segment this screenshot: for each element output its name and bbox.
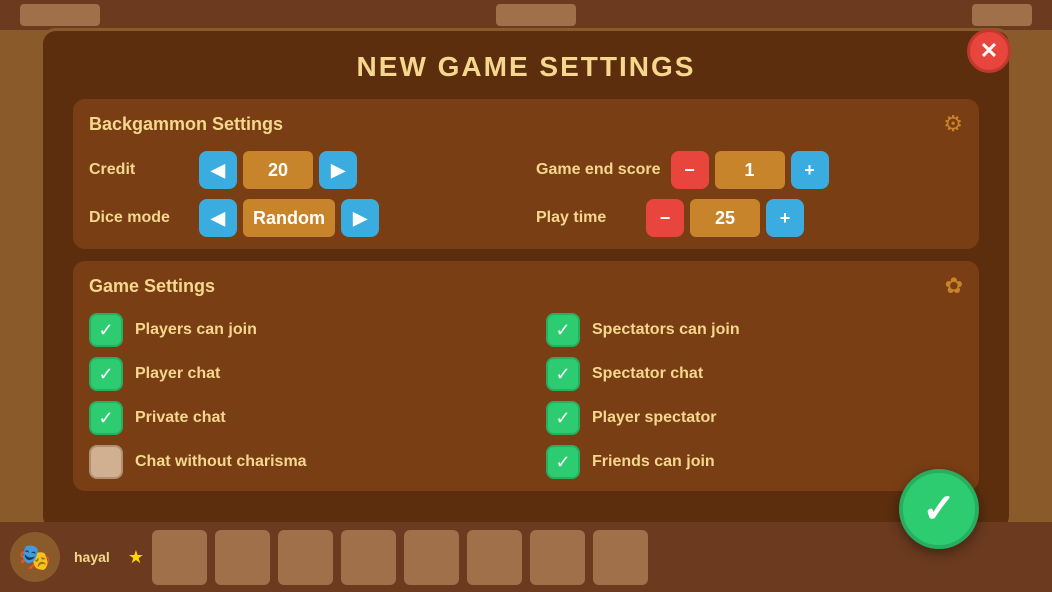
checkbox-label-chat-without-charisma: Chat without charisma [135,453,307,471]
checkbox-chat-without-charisma[interactable] [89,445,123,479]
bottom-piece-1 [152,530,207,585]
checkbox-row-chat-without-charisma[interactable]: Chat without charisma [89,445,506,479]
bottom-piece-4 [341,530,396,585]
credit-value: 20 [243,151,313,189]
game-end-score-value: 1 [715,151,785,189]
top-bar-decoration-right [972,4,1032,26]
game-settings-section-header: Game Settings ✿ [89,273,963,299]
dice-mode-increase-button[interactable]: ▶ [341,199,379,237]
checkbox-row-player-spectator[interactable]: ✓ Player spectator [546,401,963,435]
gear-icon: ⚙ [943,111,963,137]
top-bar-decoration-center [496,4,576,26]
user-avatar: 🎭 [10,532,60,582]
game-settings-section-title: Game Settings [89,276,215,297]
close-button[interactable]: ✕ [967,29,1011,73]
credit-label: Credit [89,161,189,179]
checkbox-row-players-can-join[interactable]: ✓ Players can join [89,313,506,347]
dice-mode-setting-row: Dice mode ◀ Random ▶ [89,199,516,237]
dice-mode-decrease-button[interactable]: ◀ [199,199,237,237]
game-settings-checkbox-grid: ✓ Players can join ✓ Spectators can join ✓ Pl… [89,313,963,479]
dice-mode-stepper: ◀ Random ▶ [199,199,379,237]
checkbox-spectators-can-join[interactable]: ✓ [546,313,580,347]
backgammon-settings-section: Backgammon Settings ⚙ Credit ◀ 20 ▶ Game… [73,99,979,249]
checkbox-label-friends-can-join: Friends can join [592,453,715,471]
game-end-score-stepper: − 1 + [671,151,829,189]
confirm-button[interactable]: ✓ [899,469,979,549]
decorative-flower-icon: ✿ [945,273,963,299]
bottom-piece-7 [530,530,585,585]
backgammon-section-header: Backgammon Settings ⚙ [89,111,963,137]
checkbox-label-players-can-join: Players can join [135,321,257,339]
game-end-score-label: Game end score [536,161,661,179]
backgammon-section-title: Backgammon Settings [89,114,283,135]
bottom-piece-2 [215,530,270,585]
dice-mode-value: Random [243,199,335,237]
credit-setting-row: Credit ◀ 20 ▶ [89,151,516,189]
top-bar-decoration-left [20,4,100,26]
checkbox-label-spectator-chat: Spectator chat [592,365,703,383]
bottom-piece-8 [593,530,648,585]
checkbox-players-can-join[interactable]: ✓ [89,313,123,347]
checkbox-spectator-chat[interactable]: ✓ [546,357,580,391]
credit-decrease-button[interactable]: ◀ [199,151,237,189]
play-time-stepper: − 25 + [646,199,804,237]
username: hayal [74,549,110,565]
settings-modal: ✕ NEW GAME SETTINGS Backgammon Settings … [40,28,1012,532]
checkbox-row-player-chat[interactable]: ✓ Player chat [89,357,506,391]
play-time-value: 25 [690,199,760,237]
checkbox-label-spectators-can-join: Spectators can join [592,321,740,339]
bottom-bar: 🎭 hayal ★ [0,522,1052,592]
credit-stepper: ◀ 20 ▶ [199,151,357,189]
top-bar [0,0,1052,30]
play-time-setting-row: Play time − 25 + [536,199,963,237]
dice-mode-label: Dice mode [89,209,189,227]
modal-title: NEW GAME SETTINGS [73,51,979,83]
game-end-score-decrease-button[interactable]: − [671,151,709,189]
checkbox-row-private-chat[interactable]: ✓ Private chat [89,401,506,435]
play-time-decrease-button[interactable]: − [646,199,684,237]
checkbox-row-spectators-can-join[interactable]: ✓ Spectators can join [546,313,963,347]
checkbox-label-private-chat: Private chat [135,409,226,427]
game-end-score-increase-button[interactable]: + [791,151,829,189]
checkbox-friends-can-join[interactable]: ✓ [546,445,580,479]
game-settings-section: Game Settings ✿ ✓ Players can join ✓ Specta… [73,261,979,491]
bottom-piece-6 [467,530,522,585]
play-time-increase-button[interactable]: + [766,199,804,237]
credit-increase-button[interactable]: ▶ [319,151,357,189]
play-time-label: Play time [536,209,636,227]
game-end-score-setting-row: Game end score − 1 + [536,151,963,189]
checkbox-label-player-spectator: Player spectator [592,409,717,427]
checkbox-label-player-chat: Player chat [135,365,220,383]
checkbox-player-spectator[interactable]: ✓ [546,401,580,435]
checkbox-private-chat[interactable]: ✓ [89,401,123,435]
bottom-piece-5 [404,530,459,585]
checkbox-player-chat[interactable]: ✓ [89,357,123,391]
backgammon-settings-grid: Credit ◀ 20 ▶ Game end score − 1 + Dice … [89,151,963,237]
checkbox-row-friends-can-join[interactable]: ✓ Friends can join [546,445,963,479]
bottom-piece-3 [278,530,333,585]
star-icon: ★ [128,547,144,568]
checkbox-row-spectator-chat[interactable]: ✓ Spectator chat [546,357,963,391]
